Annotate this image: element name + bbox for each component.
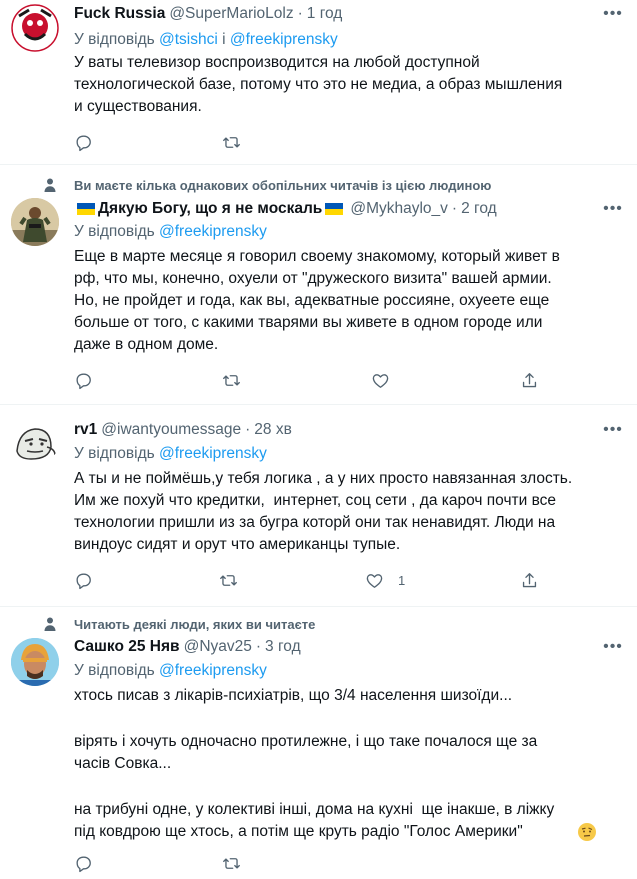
tweet[interactable]: rv1 @iwantyoumessage · 28 хв ••• У відпо… (0, 405, 637, 606)
more-icon[interactable]: ••• (603, 4, 623, 24)
tweet-actions (74, 131, 554, 153)
timestamp[interactable]: 3 год (265, 638, 301, 656)
separator-dot: · (297, 5, 303, 22)
mention-link[interactable]: @freekiprensky (159, 445, 267, 462)
mention-link[interactable]: @tsishci (159, 31, 218, 48)
person-icon (42, 177, 58, 193)
retweet-icon (222, 854, 241, 873)
retweet-icon (222, 371, 241, 390)
like-icon (365, 571, 384, 590)
more-icon[interactable]: ••• (603, 199, 623, 219)
social-context[interactable]: Читають деякі люди, яких ви читаєте (74, 614, 315, 634)
reply-context: У відповідь @tsishci і @freekiprensky (74, 29, 338, 51)
tweet-text-paragraph: хтось писав з лікарів-психіатрів, що 3/4… (74, 687, 513, 704)
reply-icon (74, 371, 93, 390)
reply-label: У відповідь (74, 31, 159, 48)
tweet[interactable]: Fuck Russia @SuperMarioLolz · 1 год ••• … (0, 0, 637, 164)
reply-icon (74, 854, 93, 873)
tweet-actions (74, 369, 554, 391)
retweet-icon (222, 133, 241, 152)
avatar[interactable] (11, 638, 59, 686)
share-button[interactable] (520, 569, 539, 591)
tweet-text: А ты и не поймёшь,у тебя логика , а у ни… (74, 470, 573, 553)
reply-label: У відповідь (74, 662, 159, 679)
tweet-actions: 1 (74, 569, 554, 591)
social-context[interactable]: Ви маєте кілька однакових обопільних чит… (74, 175, 491, 195)
tweet-text-paragraph: вірять і хочуть одночасно протилежне, і … (74, 733, 538, 772)
like-button[interactable]: 1 (365, 569, 405, 591)
user-handle[interactable]: @Nyav25 (184, 638, 252, 656)
retweet-button[interactable] (222, 131, 241, 153)
raised-eyebrow-emoji (578, 823, 596, 841)
user-handle[interactable]: @SuperMarioLolz (169, 5, 293, 23)
reply-context: У відповідь @freekiprensky (74, 660, 267, 682)
reply-label: У відповідь (74, 223, 159, 240)
reply-icon (74, 571, 93, 590)
ukraine-flag-icon (325, 203, 344, 215)
reply-context: У відповідь @freekiprensky (74, 221, 267, 243)
avatar[interactable] (11, 198, 59, 246)
tweet-text-paragraph: на трибуні одне, у колективі інші, дома … (74, 801, 555, 840)
display-name[interactable]: Fuck Russia (74, 5, 165, 23)
tweet-actions (74, 852, 554, 874)
mention-link[interactable]: @freekiprensky (159, 223, 267, 240)
tweet[interactable]: Читають деякі люди, яких ви читаєте Сашк… (0, 607, 637, 879)
reply-button[interactable] (74, 131, 93, 153)
display-name[interactable]: Дякую Богу, що я не москаль (98, 200, 322, 218)
retweet-button[interactable] (219, 569, 238, 591)
reply-context: У відповідь @freekiprensky (74, 443, 267, 465)
retweet-icon (219, 571, 238, 590)
tweet-header: Сашко 25 Няв @Nyav25 · 3 год (74, 636, 301, 658)
ukraine-flag-icon (77, 203, 95, 215)
tweet-text: У ваты телевизор воспроизводится на любо… (74, 54, 563, 115)
reply-joiner: і (217, 31, 230, 48)
more-icon[interactable]: ••• (603, 420, 623, 440)
person-icon (42, 616, 58, 632)
display-name[interactable]: rv1 (74, 421, 97, 439)
share-button[interactable] (520, 369, 539, 391)
timestamp[interactable]: 28 хв (254, 421, 292, 439)
like-icon (371, 371, 390, 390)
tweet-header: Fuck Russia @SuperMarioLolz · 1 год (74, 3, 342, 25)
mention-link[interactable]: @freekiprensky (159, 662, 267, 679)
tweet-header: rv1 @iwantyoumessage · 28 хв (74, 419, 292, 441)
avatar[interactable] (11, 417, 59, 465)
more-icon[interactable]: ••• (603, 637, 623, 657)
share-icon (520, 571, 539, 590)
reply-button[interactable] (74, 369, 93, 391)
share-icon (520, 371, 539, 390)
tweet-header: Дякую Богу, що я не москаль @Mykhaylo_v … (74, 198, 497, 220)
separator-dot: · (255, 638, 262, 655)
tweet[interactable]: Ви маєте кілька однакових обопільних чит… (0, 165, 637, 404)
timestamp[interactable]: 1 год (307, 5, 343, 23)
separator-dot: · (245, 421, 251, 438)
avatar[interactable] (11, 4, 59, 52)
display-name[interactable]: Сашко 25 Няв (74, 638, 180, 656)
retweet-button[interactable] (222, 852, 241, 874)
retweet-button[interactable] (222, 369, 241, 391)
reply-button[interactable] (74, 569, 93, 591)
tweet-text: Еще в марте месяце я говорил своему знак… (74, 248, 560, 353)
like-button[interactable] (371, 369, 390, 391)
reply-icon (74, 133, 93, 152)
separator-dot: · (451, 200, 458, 217)
reply-label: У відповідь (74, 445, 159, 462)
timestamp[interactable]: 2 год (461, 200, 497, 218)
like-count: 1 (398, 572, 406, 588)
user-handle[interactable]: @iwantyoumessage (101, 421, 241, 439)
mention-link[interactable]: @freekiprensky (230, 31, 338, 48)
user-handle[interactable]: @Mykhaylo_v (350, 200, 448, 218)
reply-button[interactable] (74, 852, 93, 874)
